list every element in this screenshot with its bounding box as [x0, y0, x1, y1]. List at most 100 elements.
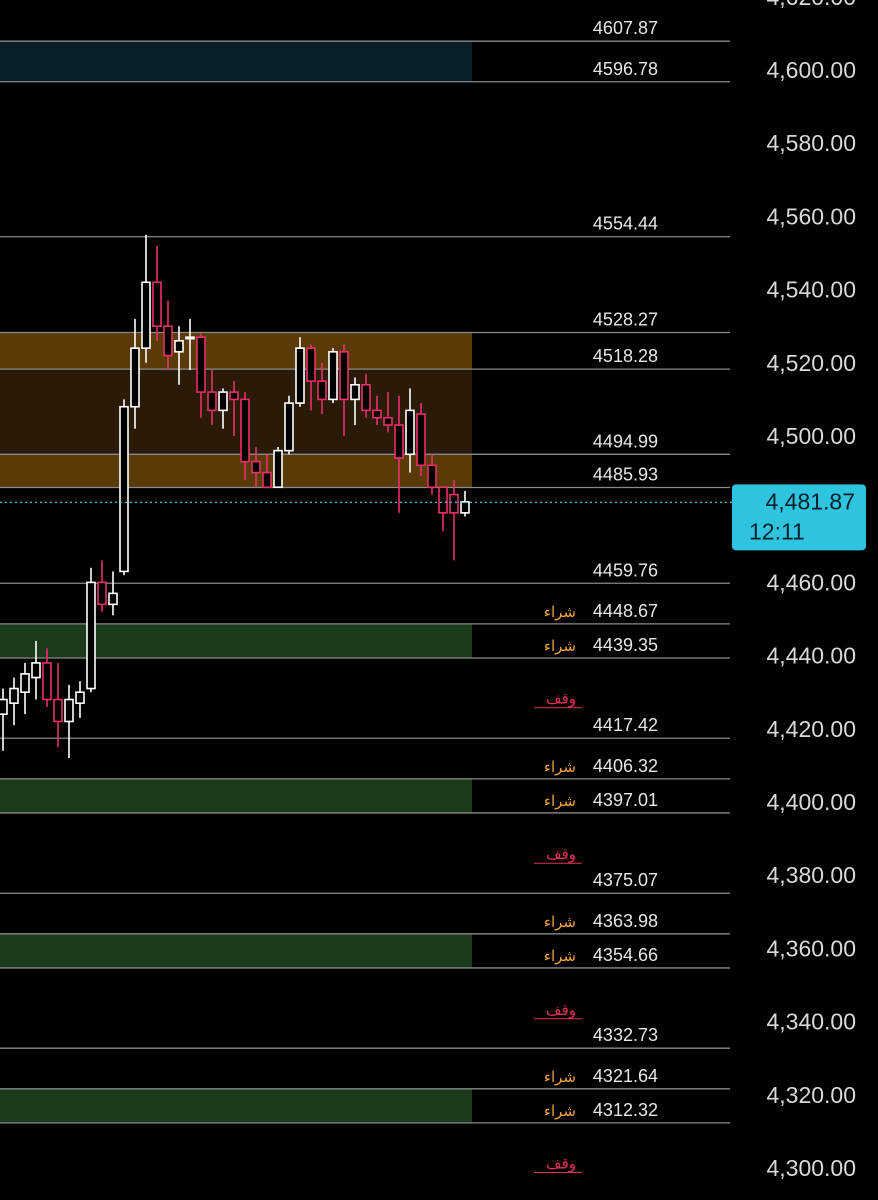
- buy-tag-18: شراء: [544, 1102, 576, 1120]
- candle-body: [97, 581, 107, 606]
- level-label-8: 4448.67: [593, 601, 658, 621]
- stop-tag-3: وقف: [546, 1155, 576, 1173]
- buy-tag-17: شراء: [544, 1068, 576, 1086]
- candle-27: [295, 337, 305, 407]
- level-label-7: 4459.76: [593, 560, 658, 580]
- axis-tick-2: 4,580.00: [766, 130, 856, 156]
- level-label-6: 4485.93: [593, 464, 658, 484]
- level-label-15: 4354.66: [593, 945, 658, 965]
- candle-25: [273, 446, 283, 489]
- axis-tick-13: 4,360.00: [766, 935, 856, 961]
- zone-support-5: [0, 778, 472, 813]
- last-price-value: 4,481.87: [765, 488, 855, 514]
- candle-body: [229, 391, 239, 401]
- buy-tag-9: شراء: [544, 637, 576, 655]
- candle-body: [42, 662, 52, 701]
- candle-body: [262, 471, 272, 489]
- buy-tag-15: شراء: [544, 947, 576, 965]
- zone-support-7: [0, 1088, 472, 1123]
- stop-tag-1: وقف: [546, 845, 576, 863]
- stop-tag-2: وقف: [546, 1001, 576, 1019]
- axis-tick-8: 4,460.00: [766, 569, 856, 595]
- candle-body: [284, 402, 294, 452]
- candle-body: [196, 336, 206, 393]
- axis-tick-15: 4,320.00: [766, 1082, 856, 1108]
- level-label-11: 4406.32: [593, 756, 658, 776]
- candle-body: [9, 687, 19, 704]
- zone-support-6: [0, 933, 472, 968]
- level-label-10: 4417.42: [593, 715, 658, 735]
- price-chart[interactable]: 4607.87 4596.78 4554.44 4528.27 4518.28 4494.…: [0, 0, 878, 1200]
- buy-tag-8: شراء: [544, 603, 576, 621]
- candle-body: [53, 698, 63, 723]
- candle-body: [295, 347, 305, 404]
- level-label-12: 4397.01: [593, 790, 658, 810]
- candle-body: [405, 409, 415, 456]
- axis-tick-4: 4,540.00: [766, 277, 856, 303]
- candle-body: [273, 449, 283, 489]
- stop-tag-0: وقف: [546, 690, 576, 708]
- last-price-countdown: 12:11: [749, 518, 805, 544]
- candle-8: [86, 567, 96, 693]
- level-label-17: 4321.64: [593, 1066, 658, 1086]
- axis-tick-10: 4,420.00: [766, 716, 856, 742]
- buy-tag-12: شراء: [544, 792, 576, 810]
- level-label-14: 4363.98: [593, 911, 658, 931]
- axis-tick-11: 4,400.00: [766, 789, 856, 815]
- axis-tick-14: 4,340.00: [766, 1009, 856, 1035]
- candle-body: [108, 592, 118, 606]
- buy-tag-14: شراء: [544, 913, 576, 931]
- candle-body: [383, 416, 393, 426]
- buy-tag-11: شراء: [544, 758, 576, 776]
- level-label-18: 4312.32: [593, 1100, 658, 1120]
- axis-tick-9: 4,440.00: [766, 643, 856, 669]
- axis-tick-6: 4,500.00: [766, 423, 856, 449]
- axis-tick-3: 4,560.00: [766, 203, 856, 229]
- axis-tick-12: 4,380.00: [766, 862, 856, 888]
- level-label-5: 4494.99: [593, 431, 658, 451]
- level-label-3: 4528.27: [593, 310, 658, 330]
- candle-38: [416, 403, 426, 477]
- level-label-9: 4439.35: [593, 635, 658, 655]
- candle-body: [130, 347, 140, 408]
- candle-11: [119, 399, 129, 576]
- candle-body: [64, 698, 74, 723]
- candle-body: [438, 486, 448, 514]
- level-label-1: 4596.78: [593, 59, 658, 79]
- candle-body: [394, 424, 404, 459]
- candle-body: [427, 464, 437, 489]
- candle-body: [20, 673, 30, 694]
- candle-body: [339, 351, 349, 401]
- zone-resistance-3: [0, 454, 472, 488]
- candle-30: [328, 348, 338, 404]
- zone-top-0: [0, 41, 472, 82]
- candle-body: [218, 391, 228, 412]
- candle-body: [86, 581, 96, 690]
- zone-resistance-1: [0, 332, 472, 370]
- candle-body: [152, 281, 162, 327]
- candle-body: [328, 351, 338, 401]
- axis-tick-5: 4,520.00: [766, 350, 856, 376]
- candle-body: [372, 409, 382, 419]
- candle-body: [240, 398, 250, 463]
- candle-body: [251, 460, 261, 474]
- chart-background: [0, 0, 878, 1200]
- candle-body: [174, 340, 184, 353]
- candle-body: [31, 662, 41, 679]
- candle-26: [284, 395, 294, 455]
- level-label-16: 4332.73: [593, 1025, 658, 1045]
- candle-body: [0, 698, 8, 715]
- candle-body: [75, 691, 85, 704]
- candle-body: [163, 325, 173, 357]
- zone-support-4: [0, 623, 472, 658]
- candle-body: [416, 413, 426, 467]
- axis-tick-1: 4,600.00: [766, 57, 856, 83]
- level-label-2: 4554.44: [593, 214, 658, 234]
- candle-body: [361, 383, 371, 412]
- candle-body: [207, 391, 217, 412]
- level-label-0: 4607.87: [593, 18, 658, 38]
- candle-body: [185, 336, 195, 340]
- candle-body: [449, 493, 459, 514]
- candle-body: [119, 405, 129, 573]
- candle-body: [306, 347, 316, 382]
